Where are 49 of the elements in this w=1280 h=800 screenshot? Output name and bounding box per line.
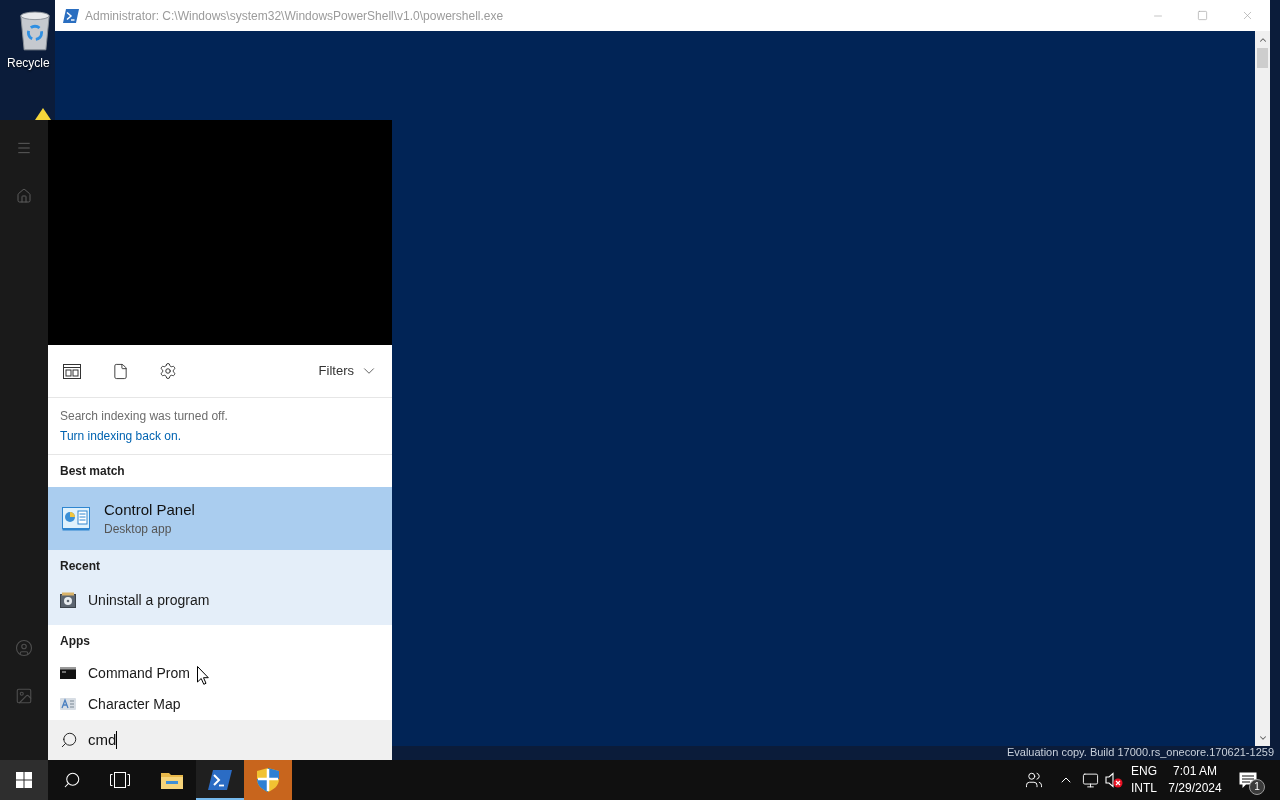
search-result[interactable]: Control Panel Desktop app bbox=[48, 487, 392, 550]
indexing-link[interactable]: Turn indexing back on. bbox=[60, 426, 181, 446]
desktop-icon-label: Recycle bbox=[7, 56, 50, 71]
scrollbar-thumb[interactable] bbox=[1257, 48, 1268, 68]
image-icon bbox=[15, 687, 33, 705]
filters-button[interactable]: Filters bbox=[318, 361, 378, 381]
section-heading: Best match bbox=[60, 463, 125, 480]
window-title: Administrator: C:\Windows\system32\WindowsPowerShell\v1.0\powershell.exe bbox=[85, 7, 504, 25]
chart-window-icon bbox=[62, 506, 90, 531]
watermark-text: Evaluation copy. Build 17000.rs_onecore.170621-1259 bbox=[1006, 746, 1274, 759]
disc-box-icon bbox=[60, 592, 76, 608]
search-result[interactable]: Command Prom bbox=[48, 657, 392, 689]
terminal-icon bbox=[208, 770, 232, 790]
folder-icon bbox=[160, 770, 184, 790]
settings-icon bbox=[159, 362, 177, 380]
home-icon bbox=[16, 188, 32, 204]
triangle-icon bbox=[35, 108, 51, 120]
people-icon bbox=[1025, 771, 1043, 789]
search-icon bbox=[60, 731, 78, 749]
input-language-button[interactable]: ENG INTL bbox=[1126, 760, 1162, 800]
search-result[interactable]: Character Map bbox=[48, 688, 392, 720]
mouse-pointer-icon bbox=[197, 666, 209, 685]
action-center-button[interactable]: 1 bbox=[1228, 760, 1268, 800]
taskbar-app-button[interactable] bbox=[196, 760, 244, 800]
document-icon bbox=[111, 362, 129, 380]
search-icon bbox=[63, 771, 81, 789]
search-result[interactable]: Uninstall a program bbox=[48, 582, 392, 618]
console-window-icon bbox=[60, 666, 76, 679]
notice-text: Search indexing was turned off. bbox=[60, 408, 228, 425]
terminal-icon bbox=[63, 8, 79, 23]
recycle-bin-icon[interactable] bbox=[18, 9, 52, 51]
section-heading: Recent bbox=[60, 558, 100, 575]
letter-tile-icon bbox=[60, 698, 76, 711]
notification-badge: 1 bbox=[1249, 779, 1265, 795]
menu-icon bbox=[16, 140, 32, 156]
user-circle-icon bbox=[15, 639, 33, 657]
section-heading: Apps bbox=[60, 633, 90, 650]
start-button[interactable] bbox=[0, 760, 48, 800]
shield-icon bbox=[257, 768, 279, 792]
monitor-icon bbox=[1081, 771, 1099, 789]
maximize-icon bbox=[1197, 10, 1208, 21]
search-field[interactable]: cmd bbox=[48, 720, 392, 760]
scrollbar[interactable] bbox=[1255, 31, 1270, 746]
close-icon bbox=[1241, 9, 1254, 22]
window-icon bbox=[63, 363, 81, 379]
four-squares-icon bbox=[16, 772, 32, 788]
clock-button[interactable]: 7:01 AM 7/29/2024 bbox=[1162, 760, 1228, 800]
task-view-icon bbox=[110, 772, 130, 788]
text-caret bbox=[116, 731, 118, 749]
